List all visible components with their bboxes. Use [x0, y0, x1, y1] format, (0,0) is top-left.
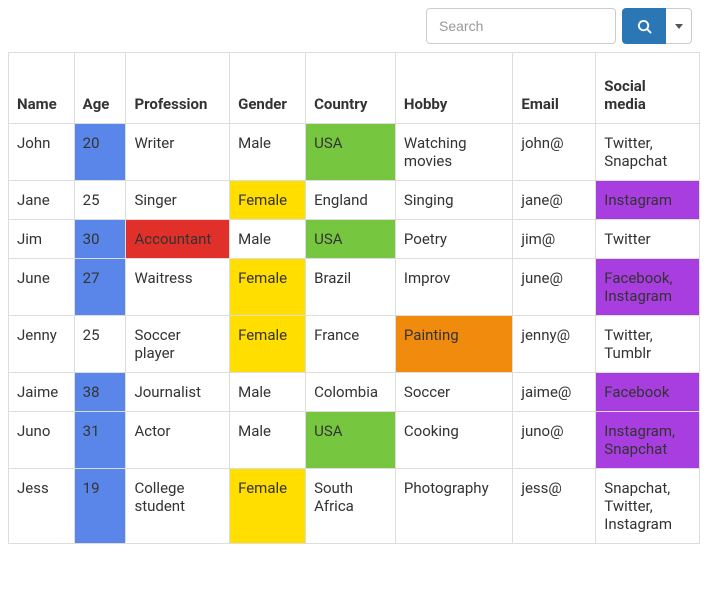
table-row: Jim30AccountantMaleUSAPoetryjim@Twitter [9, 220, 700, 259]
col-profession[interactable]: Profession [126, 53, 230, 124]
cell-social: Twitter, Snapchat [596, 124, 700, 181]
cell-hobby: Singing [395, 181, 512, 220]
cell-name: Jenny [9, 316, 75, 373]
table-row: Jess19College studentFemaleSouth AfricaP… [9, 469, 700, 544]
cell-social: Facebook, Instagram [596, 259, 700, 316]
cell-hobby: Improv [395, 259, 512, 316]
cell-profession: Waitress [126, 259, 230, 316]
cell-profession: Accountant [126, 220, 230, 259]
cell-email: jane@ [513, 181, 596, 220]
cell-email: john@ [513, 124, 596, 181]
cell-gender: Female [230, 316, 306, 373]
cell-age: 38 [74, 373, 126, 412]
cell-name: Jane [9, 181, 75, 220]
cell-social: Twitter [596, 220, 700, 259]
cell-gender: Male [230, 373, 306, 412]
cell-social: Instagram [596, 181, 700, 220]
data-table: Name Age Profession Gender Country Hobby… [8, 52, 700, 544]
cell-gender: Female [230, 469, 306, 544]
cell-name: Juno [9, 412, 75, 469]
cell-hobby: Watching movies [395, 124, 512, 181]
cell-age: 19 [74, 469, 126, 544]
cell-age: 25 [74, 181, 126, 220]
cell-email: jaime@ [513, 373, 596, 412]
col-country[interactable]: Country [306, 53, 396, 124]
cell-country: France [306, 316, 396, 373]
cell-age: 31 [74, 412, 126, 469]
cell-country: South Africa [306, 469, 396, 544]
table-row: Juno31ActorMaleUSACookingjuno@Instagram,… [9, 412, 700, 469]
cell-age: 20 [74, 124, 126, 181]
col-email[interactable]: Email [513, 53, 596, 124]
cell-age: 25 [74, 316, 126, 373]
cell-hobby: Photography [395, 469, 512, 544]
cell-email: june@ [513, 259, 596, 316]
cell-country: Colombia [306, 373, 396, 412]
cell-profession: Writer [126, 124, 230, 181]
col-name[interactable]: Name [9, 53, 75, 124]
cell-country: England [306, 181, 396, 220]
cell-gender: Male [230, 220, 306, 259]
col-social[interactable]: Social media [596, 53, 700, 124]
cell-name: John [9, 124, 75, 181]
cell-profession: Journalist [126, 373, 230, 412]
cell-hobby: Cooking [395, 412, 512, 469]
cell-social: Instagram, Snapchat [596, 412, 700, 469]
cell-age: 27 [74, 259, 126, 316]
cell-profession: College student [126, 469, 230, 544]
cell-email: jim@ [513, 220, 596, 259]
cell-name: Jim [9, 220, 75, 259]
cell-social: Facebook [596, 373, 700, 412]
cell-email: jess@ [513, 469, 596, 544]
cell-gender: Female [230, 259, 306, 316]
cell-social: Twitter, Tumblr [596, 316, 700, 373]
toolbar [8, 8, 700, 44]
table-row: Jane25SingerFemaleEnglandSingingjane@Ins… [9, 181, 700, 220]
cell-name: Jaime [9, 373, 75, 412]
cell-country: USA [306, 412, 396, 469]
cell-country: Brazil [306, 259, 396, 316]
cell-gender: Male [230, 124, 306, 181]
search-options-dropdown[interactable] [666, 8, 692, 44]
table-row: Jenny25Soccer playerFemaleFrancePainting… [9, 316, 700, 373]
cell-hobby: Painting [395, 316, 512, 373]
table-row: John20WriterMaleUSAWatching moviesjohn@T… [9, 124, 700, 181]
cell-email: juno@ [513, 412, 596, 469]
cell-country: USA [306, 124, 396, 181]
cell-name: June [9, 259, 75, 316]
cell-age: 30 [74, 220, 126, 259]
cell-profession: Actor [126, 412, 230, 469]
cell-hobby: Soccer [395, 373, 512, 412]
cell-gender: Male [230, 412, 306, 469]
cell-email: jenny@ [513, 316, 596, 373]
chevron-down-icon [675, 24, 683, 29]
col-age[interactable]: Age [74, 53, 126, 124]
col-hobby[interactable]: Hobby [395, 53, 512, 124]
cell-social: Snapchat, Twitter, Instagram [596, 469, 700, 544]
cell-country: USA [306, 220, 396, 259]
cell-gender: Female [230, 181, 306, 220]
search-icon [637, 19, 652, 34]
cell-hobby: Poetry [395, 220, 512, 259]
search-button[interactable] [622, 8, 666, 44]
table-row: June27WaitressFemaleBrazilImprovjune@Fac… [9, 259, 700, 316]
search-input[interactable] [426, 8, 616, 44]
cell-name: Jess [9, 469, 75, 544]
cell-profession: Soccer player [126, 316, 230, 373]
col-gender[interactable]: Gender [230, 53, 306, 124]
table-header-row: Name Age Profession Gender Country Hobby… [9, 53, 700, 124]
cell-profession: Singer [126, 181, 230, 220]
table-row: Jaime38JournalistMaleColombiaSoccerjaime… [9, 373, 700, 412]
